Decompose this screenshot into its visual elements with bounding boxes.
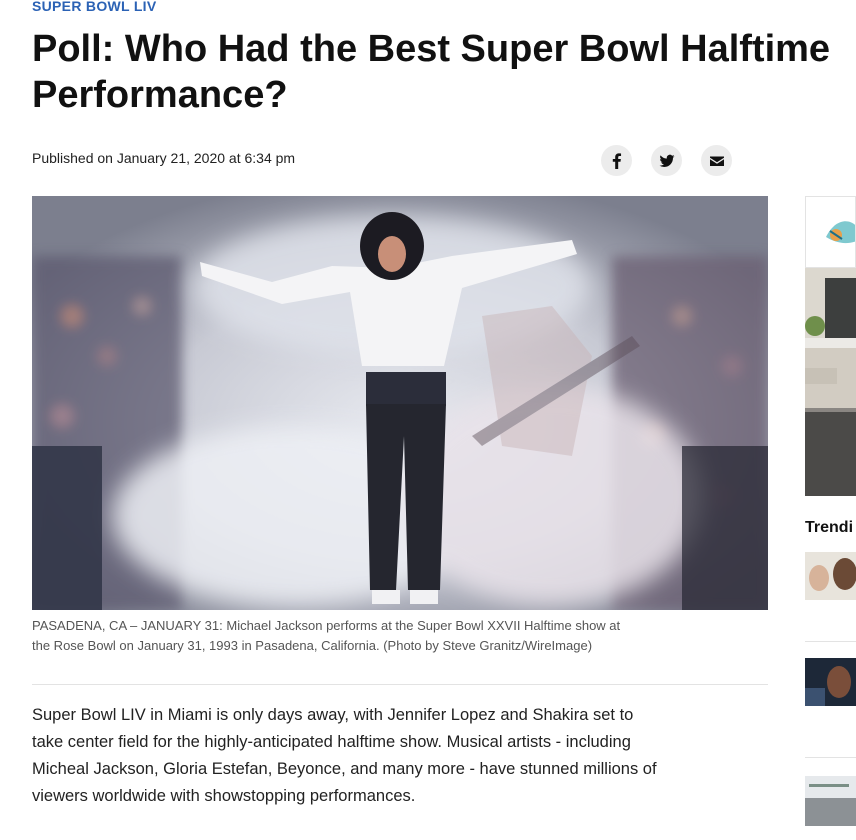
article-title-line-2: Performance? bbox=[32, 74, 288, 116]
email-share-button[interactable] bbox=[701, 145, 732, 176]
content-divider bbox=[32, 684, 768, 685]
twitter-share-button[interactable] bbox=[651, 145, 682, 176]
sidebar-ad-image[interactable] bbox=[805, 268, 856, 496]
trending-item-1[interactable] bbox=[805, 552, 856, 600]
facebook-icon bbox=[612, 152, 621, 169]
body-line-1: Super Bowl LIV in Miami is only days awa… bbox=[32, 706, 634, 724]
body-line-2: take center field for the highly-anticip… bbox=[32, 733, 631, 751]
trending-thumbnail-2 bbox=[805, 658, 856, 706]
trending-heading: Trendi bbox=[805, 519, 854, 536]
article-title-line-1: Poll: Who Had the Best Super Bowl Halfti… bbox=[32, 28, 831, 70]
section-kicker-link[interactable]: SUPER BOWL LIV bbox=[32, 0, 157, 14]
trending-separator-2 bbox=[805, 757, 856, 758]
photo-caption: PASADENA, CA – JANUARY 31: Michael Jacks… bbox=[32, 616, 672, 656]
published-date: Published on January 21, 2020 at 6:34 pm bbox=[32, 150, 296, 166]
trending-item-2[interactable] bbox=[805, 658, 856, 706]
email-icon bbox=[709, 156, 724, 166]
trending-separator-1 bbox=[805, 641, 856, 642]
trending-item-3[interactable] bbox=[805, 776, 856, 826]
article-title: Poll: Who Had the Best Super Bowl Halfti… bbox=[32, 26, 856, 118]
room-interior-image bbox=[805, 268, 856, 496]
dolphins-logo-icon bbox=[806, 197, 855, 267]
sidebar-ad-logo[interactable] bbox=[805, 196, 856, 268]
body-line-3: Micheal Jackson, Gloria Estefan, Beyonce… bbox=[32, 760, 657, 778]
trending-thumbnail-1 bbox=[805, 552, 856, 600]
performer-on-stage-image bbox=[32, 196, 768, 610]
facebook-share-button[interactable] bbox=[601, 145, 632, 176]
hero-photo bbox=[32, 196, 768, 610]
twitter-icon bbox=[659, 154, 674, 167]
caption-line-2: the Rose Bowl on January 31, 1993 in Pas… bbox=[32, 638, 593, 653]
article-body: Super Bowl LIV in Miami is only days awa… bbox=[32, 702, 692, 810]
body-line-4: viewers worldwide with showstopping perf… bbox=[32, 787, 416, 805]
trending-thumbnail-3 bbox=[805, 776, 856, 826]
caption-line-1: PASADENA, CA – JANUARY 31: Michael Jacks… bbox=[32, 618, 621, 633]
